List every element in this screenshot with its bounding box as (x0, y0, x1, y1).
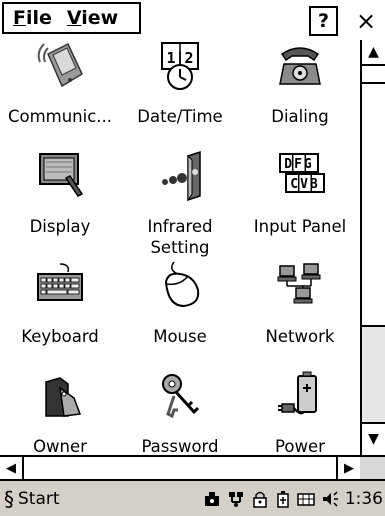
volume-tray-icon[interactable] (321, 490, 339, 508)
keys-icon (162, 374, 200, 419)
item-label: Keyboard (21, 327, 99, 346)
control-item-communications[interactable]: Communic... (0, 40, 120, 127)
item-label: Infrared Setting (147, 217, 213, 257)
start-button[interactable]: § Start (4, 485, 60, 513)
help-button[interactable]: ? (309, 6, 338, 36)
control-item-date-time[interactable]: 1|2 Date/Time (120, 40, 240, 127)
scrollbar-corner (360, 455, 385, 479)
control-item-mouse[interactable]: Mouse (120, 260, 240, 347)
taskbar: § Start 1:36 (0, 479, 385, 516)
keyboard-tray-icon[interactable] (297, 490, 315, 508)
mouse-icon (164, 261, 200, 308)
item-label: Display (29, 217, 91, 236)
control-item-input-panel[interactable]: DFG CVB Input Panel (240, 150, 360, 237)
communications-icon (37, 42, 83, 88)
vertical-scroll-track[interactable] (362, 327, 385, 422)
scroll-down-button[interactable]: ▼ (362, 422, 385, 453)
control-item-keyboard[interactable]: Keyboard (0, 260, 120, 347)
menu-view[interactable]: View (58, 7, 124, 29)
lock-tray-icon[interactable] (251, 490, 269, 508)
network-tray-icon[interactable] (227, 490, 245, 508)
control-panel-grid: Communic... 1|2 Date/Time Dialing Displa… (0, 40, 360, 455)
item-label: Password (141, 437, 219, 455)
telephone-icon (279, 47, 321, 85)
network-icon (277, 263, 321, 304)
item-label: Network (265, 327, 335, 346)
owner-icon (45, 377, 82, 417)
infrared-tray-icon[interactable] (203, 490, 221, 508)
start-label: Start (18, 489, 60, 509)
item-label: Input Panel (253, 217, 347, 236)
infrared-icon (162, 150, 201, 202)
item-label: Communic... (7, 107, 113, 126)
control-item-owner[interactable]: Owner (0, 370, 120, 455)
control-item-dialing[interactable]: Dialing (240, 40, 360, 127)
menu-group: File View (2, 2, 141, 34)
system-tray: 1:36 (203, 485, 383, 513)
horizontal-scrollbar[interactable]: ◀ ▶ (0, 455, 360, 479)
control-item-network[interactable]: Network (240, 260, 360, 347)
menu-file[interactable]: File (4, 7, 58, 29)
input-panel-row1: DFG (284, 157, 313, 172)
date-time-icon: 1|2 (161, 42, 199, 90)
scroll-left-button[interactable]: ◀ (0, 457, 24, 479)
item-label: Date/Time (137, 107, 223, 126)
display-icon (39, 153, 84, 197)
item-label: Mouse (153, 327, 207, 346)
input-panel-row2: CVB (290, 177, 319, 192)
control-item-infrared[interactable]: Infrared Setting (120, 150, 240, 258)
scroll-up-button[interactable]: ▲ (362, 40, 385, 66)
input-panel-icon: DFG CVB (279, 153, 325, 193)
control-item-power[interactable]: Power (240, 370, 360, 455)
vertical-scroll-thumb[interactable] (362, 82, 385, 327)
windows-logo-icon: § (4, 487, 14, 511)
power-plug-icon (278, 371, 317, 415)
close-button[interactable]: × (350, 6, 382, 36)
item-label: Power (275, 437, 325, 455)
item-label: Dialing (271, 107, 329, 126)
vertical-scrollbar[interactable]: ▲ ▼ (360, 40, 385, 455)
item-label: Owner (33, 437, 87, 455)
clock[interactable]: 1:36 (345, 489, 383, 509)
battery-tray-icon[interactable] (275, 490, 291, 508)
scroll-right-button[interactable]: ▶ (336, 457, 360, 479)
control-item-password[interactable]: Password (120, 370, 240, 455)
control-item-display[interactable]: Display (0, 150, 120, 237)
menu-bar: File View ? × (0, 0, 385, 39)
keyboard-icon (37, 263, 83, 301)
